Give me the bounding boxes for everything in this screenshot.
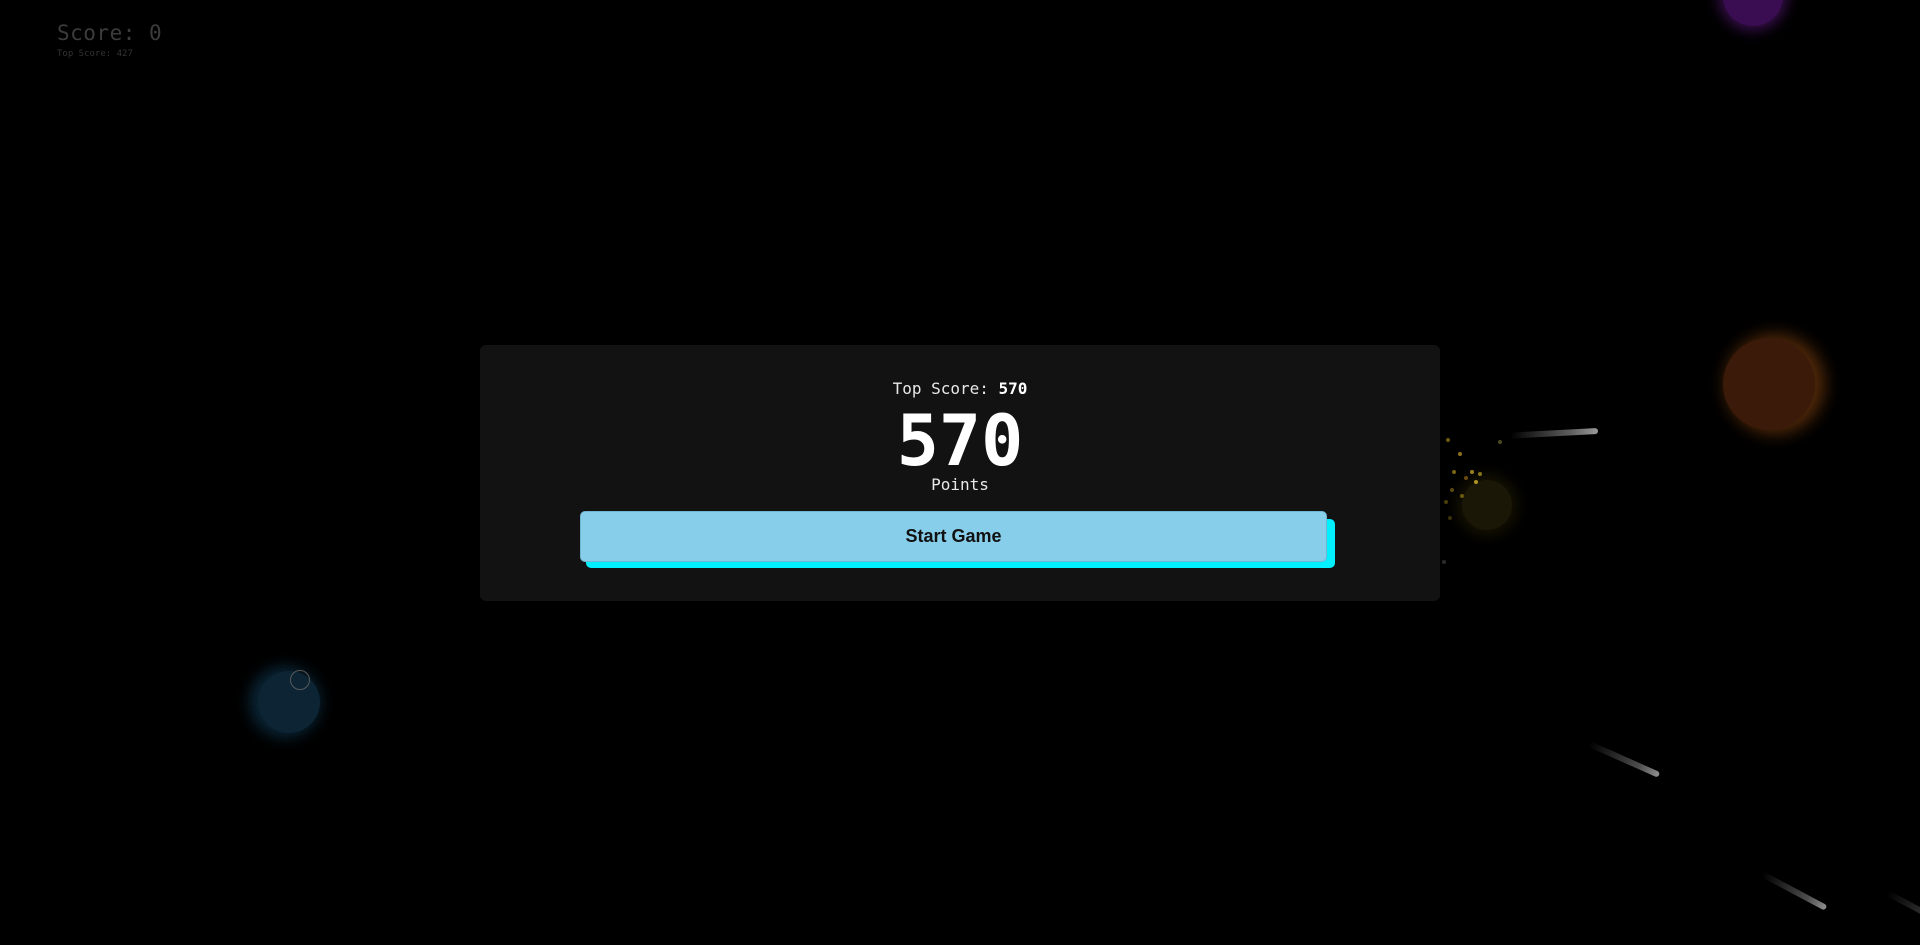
player-ship	[290, 670, 310, 690]
meteor-streak	[1885, 890, 1920, 924]
particle	[1464, 476, 1468, 480]
meteor-streak	[1509, 428, 1599, 439]
particle	[1470, 470, 1474, 474]
particle	[1450, 488, 1454, 492]
particle	[1498, 440, 1502, 444]
particle	[1478, 472, 1482, 476]
particle	[1458, 452, 1462, 456]
meteor-streak	[1588, 741, 1661, 778]
current-score: Score: 0	[57, 21, 163, 45]
particle	[1460, 494, 1464, 498]
olive-planet	[1462, 480, 1512, 530]
blue-planet	[258, 671, 320, 733]
start-button-wrapper: Start Game	[580, 511, 1335, 569]
particle	[1474, 480, 1478, 484]
hud-top-score: Top Score: 427	[57, 49, 133, 59]
start-game-button[interactable]: Start Game	[580, 511, 1327, 562]
particle	[1442, 560, 1446, 564]
top-score-label: Top Score:	[892, 379, 989, 398]
particle	[1444, 500, 1448, 504]
top-score-value: 570	[998, 379, 1028, 398]
points-label: Points	[931, 475, 989, 494]
orange-planet	[1723, 338, 1815, 430]
game-canvas[interactable]: Score: 0 Top Score: 427 Top Score: 570 5…	[0, 0, 1920, 945]
meteor-streak	[1761, 871, 1828, 911]
purple-planet	[1723, 0, 1783, 26]
panel-top-score: Top Score: 570	[480, 379, 1440, 399]
particle	[1448, 516, 1452, 520]
particle	[1452, 470, 1456, 474]
particle	[1446, 438, 1450, 442]
score-hud: Score: 0 Top Score: 427	[57, 20, 162, 60]
start-panel: Top Score: 570 570 Points Start Game	[480, 345, 1440, 601]
final-score: 570	[896, 400, 1024, 482]
